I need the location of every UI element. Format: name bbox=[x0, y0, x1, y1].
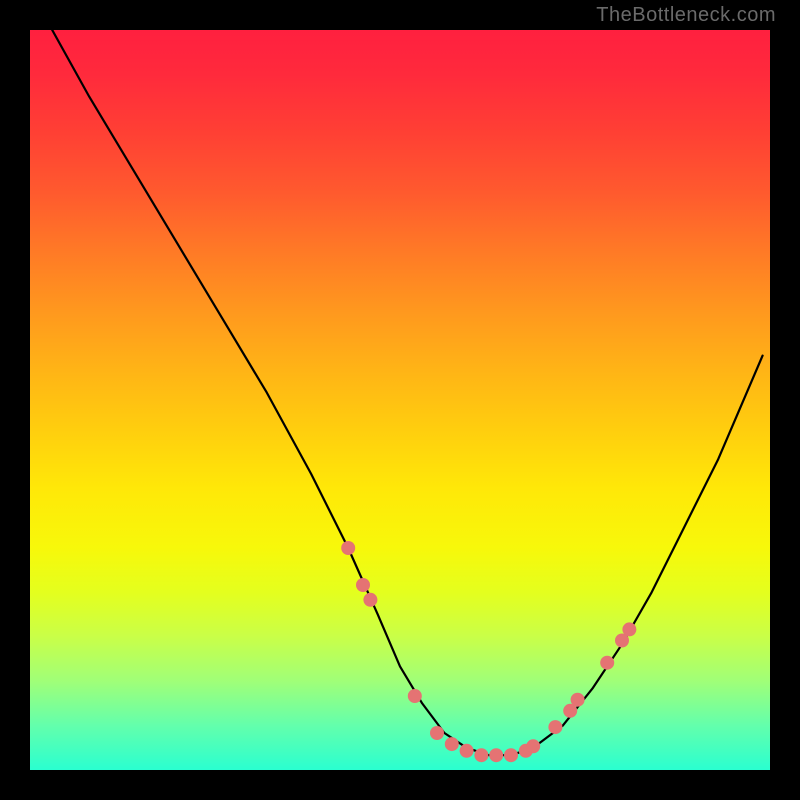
watermark-text: TheBottleneck.com bbox=[596, 4, 776, 27]
marker-dot bbox=[356, 578, 370, 592]
marker-dot bbox=[526, 739, 540, 753]
marker-group bbox=[341, 541, 636, 762]
marker-dot bbox=[460, 744, 474, 758]
chart-stage: TheBottleneck.com bbox=[0, 0, 800, 800]
curve-line bbox=[52, 30, 762, 755]
chart-svg bbox=[30, 30, 770, 770]
marker-dot bbox=[445, 737, 459, 751]
marker-dot bbox=[600, 656, 614, 670]
marker-dot bbox=[548, 720, 562, 734]
marker-dot bbox=[430, 726, 444, 740]
marker-dot bbox=[571, 693, 585, 707]
marker-dot bbox=[408, 689, 422, 703]
marker-dot bbox=[341, 541, 355, 555]
plot-area bbox=[30, 30, 770, 770]
marker-dot bbox=[504, 748, 518, 762]
marker-dot bbox=[489, 748, 503, 762]
marker-dot bbox=[363, 593, 377, 607]
marker-dot bbox=[474, 748, 488, 762]
marker-dot bbox=[622, 622, 636, 636]
